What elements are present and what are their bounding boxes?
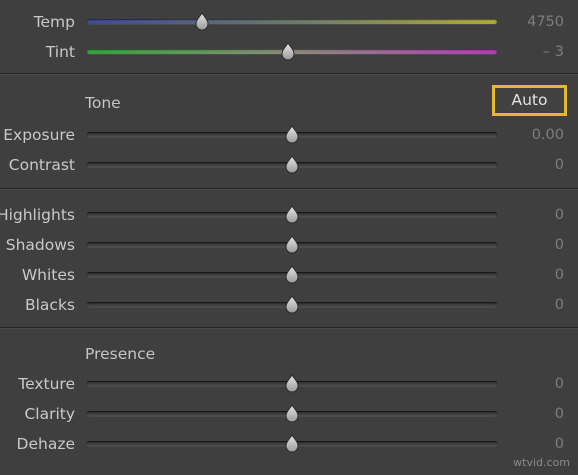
- exposure-value[interactable]: 0.00: [532, 123, 564, 147]
- basic-develop-panel: Temp 4750 Tint – 3 Tone Auto Exposure 0.…: [0, 0, 578, 475]
- highlights-slider-row: Highlights 0: [0, 203, 578, 227]
- exposure-slider-thumb[interactable]: [285, 125, 299, 144]
- whites-value[interactable]: 0: [555, 263, 564, 287]
- section-divider: [0, 73, 578, 74]
- clarity-slider-thumb[interactable]: [285, 404, 299, 423]
- tone-section-title: Tone: [85, 94, 121, 112]
- dehaze-label: Dehaze: [16, 435, 75, 453]
- temp-value[interactable]: 4750: [527, 10, 564, 34]
- dehaze-slider-thumb[interactable]: [285, 434, 299, 453]
- contrast-slider-row: Contrast 0: [0, 153, 578, 177]
- shadows-slider-row: Shadows 0: [0, 233, 578, 257]
- tint-value[interactable]: – 3: [543, 40, 564, 64]
- blacks-label: Blacks: [24, 296, 75, 314]
- slider-thumb-icon: [285, 125, 299, 144]
- slider-thumb-icon: [285, 404, 299, 423]
- blacks-slider-row: Blacks 0: [0, 293, 578, 317]
- watermark: wtvid.com: [513, 456, 570, 469]
- contrast-value[interactable]: 0: [555, 153, 564, 177]
- exposure-slider-row: Exposure 0.00: [0, 123, 578, 147]
- slider-thumb-icon: [285, 235, 299, 254]
- auto-tone-button[interactable]: Auto: [492, 85, 567, 116]
- blacks-value[interactable]: 0: [555, 293, 564, 317]
- highlights-slider-thumb[interactable]: [285, 205, 299, 224]
- whites-slider-row: Whites 0: [0, 263, 578, 287]
- clarity-slider-row: Clarity 0: [0, 402, 578, 426]
- temp-slider-thumb[interactable]: [195, 12, 209, 31]
- contrast-label: Contrast: [8, 156, 75, 174]
- temp-slider-track[interactable]: [87, 19, 497, 24]
- highlights-label: Highlights: [0, 206, 75, 224]
- slider-thumb-icon: [285, 155, 299, 174]
- section-divider: [0, 327, 578, 328]
- tint-slider-thumb[interactable]: [281, 42, 295, 61]
- contrast-slider-thumb[interactable]: [285, 155, 299, 174]
- shadows-slider-thumb[interactable]: [285, 235, 299, 254]
- dehaze-value[interactable]: 0: [555, 432, 564, 456]
- slider-thumb-icon: [195, 12, 209, 31]
- slider-thumb-icon: [285, 295, 299, 314]
- tint-label: Tint: [45, 43, 75, 61]
- presence-section-title: Presence: [85, 345, 156, 363]
- clarity-value[interactable]: 0: [555, 402, 564, 426]
- texture-label: Texture: [18, 375, 75, 393]
- shadows-value[interactable]: 0: [555, 233, 564, 257]
- tint-slider-row: Tint – 3: [0, 40, 578, 64]
- clarity-label: Clarity: [24, 405, 75, 423]
- whites-label: Whites: [21, 266, 75, 284]
- highlights-value[interactable]: 0: [555, 203, 564, 227]
- temp-label: Temp: [33, 13, 75, 31]
- texture-slider-thumb[interactable]: [285, 374, 299, 393]
- slider-thumb-icon: [285, 434, 299, 453]
- shadows-label: Shadows: [5, 236, 75, 254]
- texture-value[interactable]: 0: [555, 372, 564, 396]
- dehaze-slider-row: Dehaze 0: [0, 432, 578, 456]
- slider-thumb-icon: [285, 265, 299, 284]
- slider-thumb-icon: [285, 205, 299, 224]
- slider-thumb-icon: [281, 42, 295, 61]
- temp-slider-row: Temp 4750: [0, 10, 578, 34]
- whites-slider-thumb[interactable]: [285, 265, 299, 284]
- texture-slider-row: Texture 0: [0, 372, 578, 396]
- slider-thumb-icon: [285, 374, 299, 393]
- exposure-label: Exposure: [3, 126, 75, 144]
- blacks-slider-thumb[interactable]: [285, 295, 299, 314]
- section-divider: [0, 188, 578, 189]
